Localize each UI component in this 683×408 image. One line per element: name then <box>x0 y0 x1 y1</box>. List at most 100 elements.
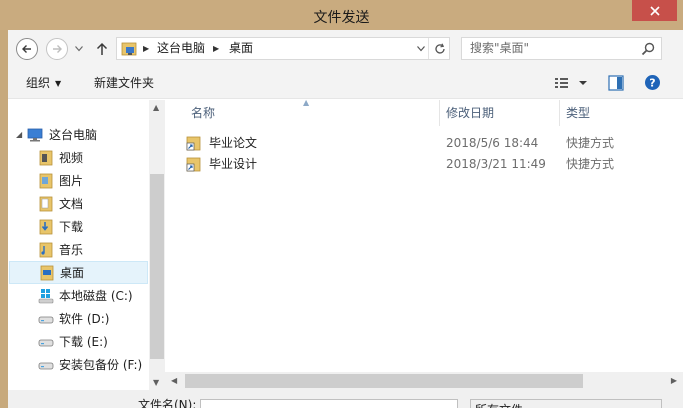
nav-item-label: 桌面 <box>60 266 85 280</box>
file-name: 毕业论文 <box>209 136 258 150</box>
file-type: 快捷方式 <box>566 157 615 171</box>
svg-text:?: ? <box>649 77 655 90</box>
close-icon <box>649 5 660 16</box>
address-history-dropdown[interactable] <box>413 38 429 59</box>
filename-input[interactable] <box>200 399 458 408</box>
scroll-left-icon[interactable]: ◀ <box>171 376 177 385</box>
nav-item-label: 音乐 <box>59 243 84 257</box>
scroll-up-icon[interactable]: ▲ <box>153 103 159 112</box>
nav-item-pictures[interactable]: 图片 <box>8 169 148 192</box>
nav-item-label: 文档 <box>59 197 84 211</box>
nav-item-label: 图片 <box>59 174 84 188</box>
nav-item-desktop[interactable]: 桌面 <box>9 261 148 284</box>
scroll-right-icon[interactable]: ▶ <box>671 376 677 385</box>
close-button[interactable] <box>632 0 677 21</box>
back-button[interactable] <box>16 38 38 60</box>
breadcrumb-this-pc[interactable]: 这台电脑 <box>157 38 205 59</box>
column-header-name[interactable]: 名称 <box>191 100 215 126</box>
nav-item-videos[interactable]: 视频 <box>8 146 148 169</box>
navigation-scrollbar[interactable]: ▲ ▼ <box>149 100 165 390</box>
breadcrumb-desktop[interactable]: 桌面 <box>229 38 253 59</box>
organize-button[interactable]: 组织 ▼ <box>26 67 61 99</box>
arrow-right-icon <box>53 45 62 53</box>
nav-item-label: 这台电脑 <box>49 128 98 142</box>
breadcrumb-separator-icon[interactable]: ▶ <box>213 38 219 59</box>
drive-icon <box>38 362 54 369</box>
nav-item-label: 下载 <box>59 220 84 234</box>
nav-item-this-pc[interactable]: ◢ 这台电脑 <box>8 123 148 146</box>
nav-item-label: 视频 <box>59 151 84 165</box>
nav-item-drive-f[interactable]: 安装包备份 (F:) <box>8 353 148 376</box>
nav-item-label: 下载 (E:) <box>59 335 108 349</box>
arrow-left-icon <box>22 45 31 53</box>
help-icon[interactable]: ? <box>644 74 661 91</box>
scrollbar-thumb[interactable] <box>150 174 164 359</box>
refresh-button[interactable] <box>431 38 449 59</box>
collapse-icon[interactable]: ◢ <box>16 130 22 139</box>
window-title: 文件发送 <box>313 10 370 26</box>
nav-item-drive-d[interactable]: 软件 (D:) <box>8 307 148 330</box>
chevron-down-icon <box>416 45 425 51</box>
navigation-pane: ◢ 这台电脑 视频 图片 文档 下载 音乐 桌面 本地磁盘 (C:) 软件 (D… <box>8 100 165 390</box>
address-row: ▶ 这台电脑 ▶ 桌面 搜索"桌面" <box>8 30 683 67</box>
desktop-folder-icon <box>40 265 54 280</box>
search-placeholder: 搜索"桌面" <box>470 41 530 55</box>
column-divider[interactable] <box>559 100 560 126</box>
command-toolbar: 组织 ▼ 新建文件夹 ? <box>8 67 683 99</box>
drive-icon <box>38 316 54 323</box>
caret-down-icon: ▼ <box>55 79 62 88</box>
nav-item-downloads[interactable]: 下载 <box>8 215 148 238</box>
file-list-scrollbar[interactable]: ◀ ▶ <box>165 372 683 390</box>
chevron-down-icon <box>75 46 83 52</box>
file-date: 2018/3/21 11:49 <box>446 157 546 171</box>
title-bar: 文件发送 <box>0 0 683 30</box>
downloads-folder-icon <box>39 219 53 234</box>
column-header-date[interactable]: 修改日期 <box>446 100 494 126</box>
dialog-body: ▶ 这台电脑 ▶ 桌面 搜索"桌面" 组织 ▼ 新建文件夹 ? ◢ 这台电脑 视… <box>8 30 683 408</box>
column-divider[interactable] <box>439 100 440 126</box>
search-input[interactable]: 搜索"桌面" <box>461 37 662 60</box>
organize-label: 组织 <box>26 76 51 90</box>
column-header-type[interactable]: 类型 <box>566 100 590 126</box>
scroll-down-icon[interactable]: ▼ <box>153 378 159 387</box>
documents-folder-icon <box>39 196 53 211</box>
up-button[interactable] <box>94 39 110 59</box>
shortcut-folder-icon <box>186 157 201 172</box>
nav-item-label: 安装包备份 (F:) <box>59 358 143 372</box>
refresh-icon <box>435 43 445 54</box>
address-bar[interactable]: ▶ 这台电脑 ▶ 桌面 <box>116 37 450 60</box>
nav-item-drive-e[interactable]: 下载 (E:) <box>8 330 148 353</box>
file-name: 毕业设计 <box>209 157 258 171</box>
file-type: 快捷方式 <box>566 136 615 150</box>
nav-item-label: 本地磁盘 (C:) <box>59 289 133 303</box>
file-row[interactable]: 毕业设计 2018/3/21 11:49 快捷方式 <box>181 154 661 175</box>
sort-ascending-icon: ▲ <box>303 98 310 107</box>
filename-bar: 文件名(N): 所有文件 <box>8 390 683 408</box>
nav-item-documents[interactable]: 文档 <box>8 192 148 215</box>
file-list: ▲ 名称 修改日期 类型 毕业论文 2018/5/6 18:44 快捷方式 毕业… <box>165 98 683 372</box>
file-date: 2018/5/6 18:44 <box>446 136 539 150</box>
pictures-folder-icon <box>39 173 53 188</box>
videos-folder-icon <box>39 150 53 165</box>
nav-item-music[interactable]: 音乐 <box>8 238 148 261</box>
system-drive-icon <box>38 288 54 303</box>
drive-icon <box>38 339 54 346</box>
recent-locations-button[interactable] <box>74 44 84 54</box>
computer-icon <box>27 128 43 141</box>
view-options-icon[interactable] <box>554 76 588 90</box>
preview-pane-icon[interactable] <box>608 75 624 91</box>
computer-folder-icon <box>121 42 137 56</box>
arrow-up-icon <box>96 42 108 55</box>
search-icon[interactable] <box>641 42 655 56</box>
forward-button[interactable] <box>46 38 68 60</box>
shortcut-folder-icon <box>186 136 201 151</box>
filename-label: 文件名(N): <box>138 398 197 408</box>
scrollbar-thumb[interactable] <box>185 374 583 388</box>
nav-item-label: 软件 (D:) <box>59 312 110 326</box>
nav-item-drive-c[interactable]: 本地磁盘 (C:) <box>8 284 148 307</box>
file-type-filter[interactable]: 所有文件 <box>470 399 662 408</box>
new-folder-button[interactable]: 新建文件夹 <box>94 67 154 99</box>
file-row[interactable]: 毕业论文 2018/5/6 18:44 快捷方式 <box>181 133 661 154</box>
music-folder-icon <box>39 242 53 257</box>
breadcrumb-separator-icon[interactable]: ▶ <box>143 38 149 59</box>
